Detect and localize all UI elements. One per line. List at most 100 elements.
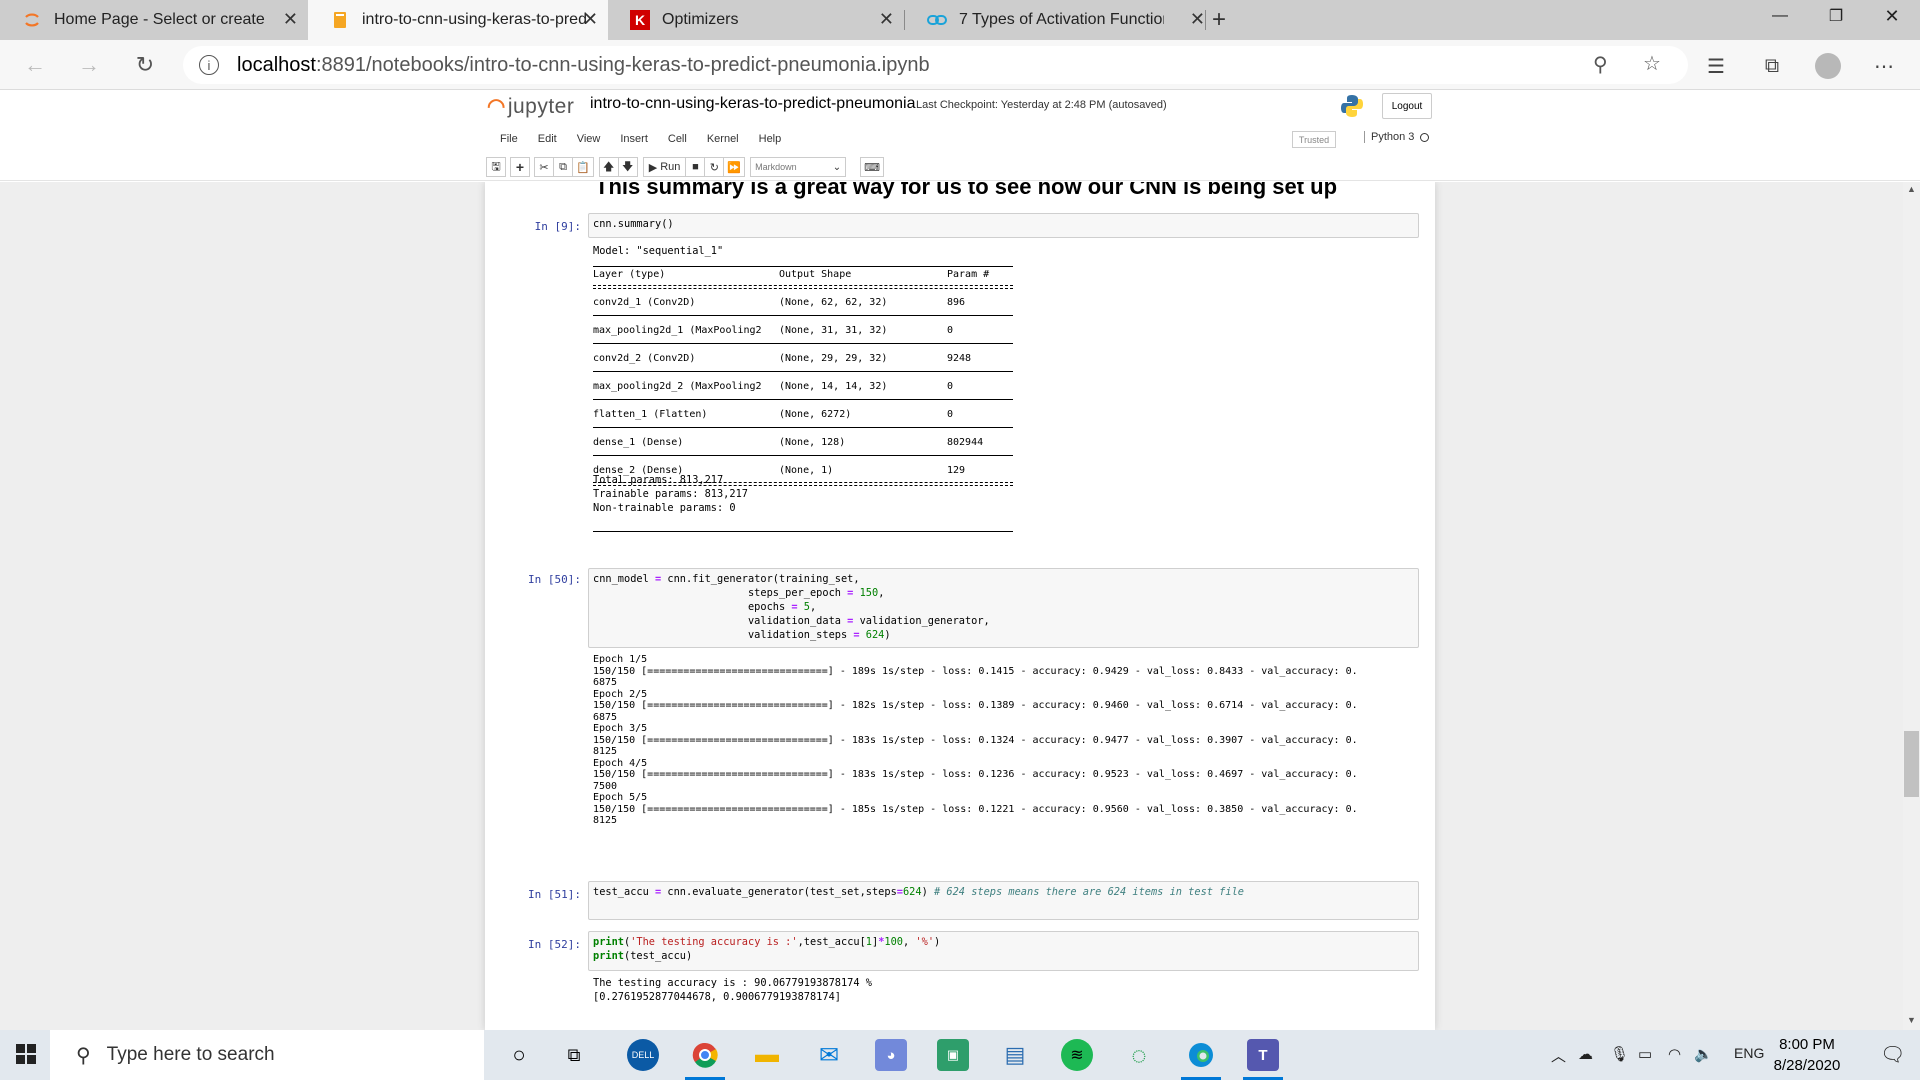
menu-help[interactable]: Help	[749, 129, 792, 151]
teams-icon[interactable]: T	[1247, 1039, 1279, 1071]
scroll-up-icon[interactable]: ▲	[1907, 184, 1916, 194]
close-window-icon[interactable]: ✕	[1864, 0, 1920, 32]
close-tab-icon[interactable]: ✕	[879, 9, 894, 30]
favorites-list-icon[interactable]: ☰	[1702, 52, 1730, 80]
site-info-icon[interactable]: i	[199, 55, 219, 75]
tab-activation-functions[interactable]: 7 Types of Activation Functions in ✕	[905, 0, 1205, 40]
contacts-app-icon[interactable]: ▤	[999, 1039, 1031, 1071]
move-up-icon[interactable]: 🡅	[598, 157, 619, 177]
move-down-icon[interactable]: 🡇	[617, 157, 638, 177]
trusted-indicator[interactable]: Trusted	[1292, 131, 1336, 148]
close-tab-icon[interactable]: ✕	[283, 9, 298, 30]
output-line: Epoch 1/5	[593, 654, 648, 665]
zoom-icon[interactable]: ⚲	[1593, 52, 1608, 77]
mail-icon[interactable]: ✉	[813, 1039, 845, 1071]
code-cell-input[interactable]: print('The testing accuracy is :',test_a…	[588, 931, 1419, 971]
restart-run-all-icon[interactable]: ⏩	[723, 157, 746, 177]
test-accuracy-output: The testing accuracy is : 90.06779193878…	[593, 976, 872, 1004]
jupyter-logo[interactable]: ◠jupyter	[487, 94, 574, 119]
menu-view[interactable]: View	[567, 129, 611, 151]
wifi-icon[interactable]: ◠	[1668, 1045, 1681, 1063]
tab-notebook[interactable]: intro-to-cnn-using-keras-to-pred ✕	[308, 0, 608, 40]
taskbar-search-box[interactable]: ⚲ Type here to search	[50, 1030, 484, 1080]
battery-icon[interactable]: ▭	[1638, 1045, 1652, 1063]
scroll-down-icon[interactable]: ▼	[1907, 1015, 1916, 1025]
windows-start-icon[interactable]	[16, 1044, 36, 1069]
code-cell-input[interactable]: cnn_model = cnn.fit_generator(training_s…	[588, 568, 1419, 648]
favorite-star-icon[interactable]: ☆	[1643, 51, 1661, 76]
chrome-icon[interactable]	[689, 1039, 721, 1071]
cell-prompt: In [51]:	[528, 888, 581, 901]
task-view-icon[interactable]: ⧉	[558, 1039, 590, 1071]
dell-icon[interactable]: DELL	[627, 1039, 659, 1071]
back-icon[interactable]: ←	[20, 50, 50, 80]
cut-icon[interactable]: ✂	[534, 157, 554, 177]
copy-icon[interactable]: ⧉	[553, 157, 573, 177]
minimize-icon[interactable]: —	[1752, 0, 1808, 32]
run-button[interactable]: ▶ Run	[642, 157, 687, 177]
param-count: 0	[947, 409, 954, 420]
collections-icon[interactable]: ⧉	[1758, 52, 1786, 80]
output-shape: (None, 31, 31, 32)	[779, 325, 888, 336]
menu-edit[interactable]: Edit	[528, 129, 567, 151]
layer-name: flatten_1 (Flatten)	[593, 409, 708, 420]
restart-icon[interactable]: ↻	[704, 157, 725, 177]
row-rule	[593, 371, 1013, 372]
output-line: 6875	[593, 711, 618, 723]
model-line: Model: "sequential_1"	[593, 245, 724, 257]
output-line: 150/150 [==============================]…	[593, 665, 1358, 677]
tab-optimizers[interactable]: K Optimizers ✕	[608, 0, 904, 40]
kernel-status-icon	[1420, 132, 1430, 142]
code-cell-input[interactable]: cnn.summary()	[588, 213, 1419, 238]
discord-icon[interactable]: ◕	[875, 1039, 907, 1071]
edge-icon[interactable]	[1185, 1039, 1217, 1071]
summary-bottom-rule	[593, 531, 1013, 532]
menu-kernel[interactable]: Kernel	[697, 129, 749, 151]
vertical-scrollbar[interactable]: ▲ ▼	[1903, 182, 1920, 1030]
gaming-app-icon[interactable]: ▣	[937, 1039, 969, 1071]
sync-app-icon[interactable]: ◌	[1123, 1039, 1155, 1071]
layer-name: dense_1 (Dense)	[593, 437, 684, 448]
notifications-icon[interactable]: 🗨	[1880, 1042, 1905, 1067]
volume-icon[interactable]: 🔈	[1694, 1045, 1713, 1063]
close-tab-icon[interactable]: ✕	[583, 9, 598, 30]
address-toolbar: ← → ↻ i localhost:8891/notebooks/intro-t…	[0, 40, 1920, 90]
show-hidden-icons-icon[interactable]: ︿	[1551, 1045, 1566, 1066]
cell-type-select[interactable]: Markdown ⌄	[750, 157, 847, 177]
restore-icon[interactable]: ❐	[1808, 0, 1864, 32]
spotify-icon[interactable]: ≋	[1061, 1039, 1093, 1071]
run-buttons: ▶ Run ■ ↻ ⏩	[642, 157, 746, 177]
more-options-icon[interactable]: ⋯	[1870, 52, 1898, 80]
logout-button[interactable]: Logout	[1382, 93, 1432, 119]
taskbar-clock[interactable]: 8:00 PM 8/28/2020	[1762, 1034, 1852, 1076]
code-cell-input[interactable]: test_accu = cnn.evaluate_generator(test_…	[588, 881, 1419, 920]
file-explorer-icon[interactable]: ▬	[751, 1039, 783, 1071]
row-rule	[593, 315, 1013, 316]
language-indicator[interactable]: ENG	[1734, 1045, 1764, 1061]
new-tab-icon[interactable]: +	[1212, 6, 1226, 34]
menu-insert[interactable]: Insert	[610, 129, 658, 151]
move-buttons: 🡅 🡇	[598, 157, 638, 177]
paste-icon[interactable]: 📋	[572, 157, 594, 177]
summary-row: max_pooling2d_2 (MaxPooling2 (None, 14, 1…	[593, 376, 1013, 404]
interrupt-icon[interactable]: ■	[685, 157, 706, 177]
menu-cell[interactable]: Cell	[658, 129, 697, 151]
output-line: 150/150 [==============================]…	[593, 700, 1358, 711]
profile-avatar-icon[interactable]	[1814, 52, 1842, 80]
address-bar[interactable]: i localhost:8891/notebooks/intro-to-cnn-…	[183, 46, 1688, 84]
output-line: 6875	[593, 677, 618, 688]
save-icon[interactable]: 🖫	[486, 157, 506, 177]
onedrive-icon[interactable]: ☁	[1578, 1045, 1593, 1063]
microphone-icon[interactable]: 🎙	[1610, 1045, 1629, 1063]
command-palette-icon[interactable]: ⌨	[860, 157, 885, 177]
insert-cell-icon[interactable]: +	[510, 157, 530, 177]
keras-icon: K	[630, 10, 650, 30]
refresh-icon[interactable]: ↻	[130, 50, 160, 80]
cortana-icon[interactable]: ○	[503, 1039, 535, 1071]
tab-home-page[interactable]: Home Page - Select or create a n ✕	[0, 0, 308, 40]
menu-file[interactable]: File	[490, 129, 528, 151]
scrollbar-thumb[interactable]	[1904, 731, 1919, 797]
notebook-name[interactable]: intro-to-cnn-using-keras-to-predict-pneu…	[590, 95, 915, 113]
forward-icon[interactable]: →	[74, 50, 104, 80]
close-tab-icon[interactable]: ✕	[1190, 9, 1205, 30]
